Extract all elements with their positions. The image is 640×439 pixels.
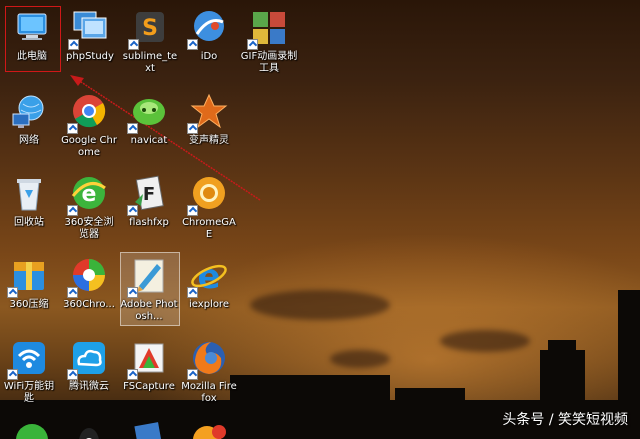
shortcut-arrow-icon [67,287,78,298]
ido-icon [187,8,229,50]
desktop-icon-flashfxp[interactable]: F flashfxp [120,174,178,229]
desktop-icon-navicat[interactable]: navicat [120,92,178,147]
shortcut-arrow-icon [68,39,79,50]
desktop-icon-360-chrome[interactable]: 360Chro... [60,256,118,311]
desktop-icon-firefox[interactable]: Mozilla Firefox [180,338,238,405]
qq-icon [69,420,109,439]
computer-icon [12,8,52,48]
shortcut-arrow-icon [67,205,78,216]
shortcut-arrow-icon [7,369,18,380]
fscapture-icon [127,338,169,380]
chromegae-icon [187,174,229,216]
desktop-icon-phpstudy[interactable]: phpStudy [61,8,119,63]
wifi-key-icon [7,338,49,380]
desktop-icon-partial[interactable] [3,420,61,439]
desktop-icon-partial[interactable] [180,420,238,439]
desktop-icon-recycle-bin[interactable]: 回收站 [0,174,58,229]
recycle-bin-icon [9,174,49,214]
360-zip-icon [7,256,49,298]
desktop-icon-360-browser[interactable]: e 360安全浏览器 [60,174,118,241]
chrome-icon [67,92,109,134]
app-icon [189,420,229,439]
svg-text:S: S [142,16,158,41]
voice-changer-icon [187,92,229,134]
desktop-icon-sublime[interactable]: S sublime_text [121,8,179,75]
shortcut-arrow-icon [127,287,138,298]
firefox-icon [187,338,229,380]
navicat-icon [127,92,169,134]
desktop-icon-wifi-key[interactable]: WiFi万能钥匙 [0,338,58,405]
desktop-icon-ido[interactable]: iDo [180,8,238,63]
svg-text:e: e [197,257,220,296]
shortcut-arrow-icon [187,369,198,380]
flashfxp-icon: F [127,174,169,216]
360-chrome-icon [67,256,109,298]
desktop-icon-photoshop[interactable]: Adobe Photosh... [120,256,178,323]
weiyun-icon [67,338,109,380]
network-icon [9,92,49,132]
phpstudy-icon [68,8,110,50]
desktop-wallpaper: 此电脑 phpStudy S sublime_text iDo GIF动画录制工… [0,0,640,439]
360-browser-icon: e [67,174,109,216]
desktop-icon-partial[interactable] [120,420,178,439]
desktop-icon-fscapture[interactable]: FSCapture [120,338,178,393]
sublime-icon: S [128,8,170,50]
desktop-icon-network[interactable]: 网络 [0,92,58,147]
shortcut-arrow-icon [128,39,139,50]
shortcut-arrow-icon [7,287,18,298]
desktop-icon-gif-recorder[interactable]: GIF动画录制工具 [240,8,298,75]
desktop-icon-360-zip[interactable]: 360压缩 [0,256,58,311]
desktop-icon-partial[interactable] [60,420,118,439]
watermark: 头条号 / 笑笑短视频 [502,412,628,428]
desktop-icon-weiyun[interactable]: 腾讯微云 [60,338,118,393]
gif-recorder-icon [247,8,289,50]
desktop-icon-voice-changer[interactable]: 变声精灵 [180,92,238,147]
desktop-icon-chrome[interactable]: Google Chrome [60,92,118,159]
svg-text:F: F [143,184,155,205]
shortcut-arrow-icon [127,123,138,134]
desktop-icon-chromegae[interactable]: ChromeGAE [180,174,238,241]
photoshop-icon [127,256,169,298]
ie-icon: e [187,256,229,298]
app-icon [129,420,169,439]
green-app-icon [12,420,52,439]
shortcut-arrow-icon [127,369,138,380]
shortcut-arrow-icon [127,205,138,216]
shortcut-arrow-icon [247,39,258,50]
shortcut-arrow-icon [67,369,78,380]
shortcut-arrow-icon [187,287,198,298]
shortcut-arrow-icon [67,123,78,134]
shortcut-arrow-icon [187,205,198,216]
shortcut-arrow-icon [187,39,198,50]
desktop-icon-iexplore[interactable]: e iexplore [180,256,238,311]
desktop-icon-this-pc[interactable]: 此电脑 [3,8,61,63]
shortcut-arrow-icon [187,123,198,134]
